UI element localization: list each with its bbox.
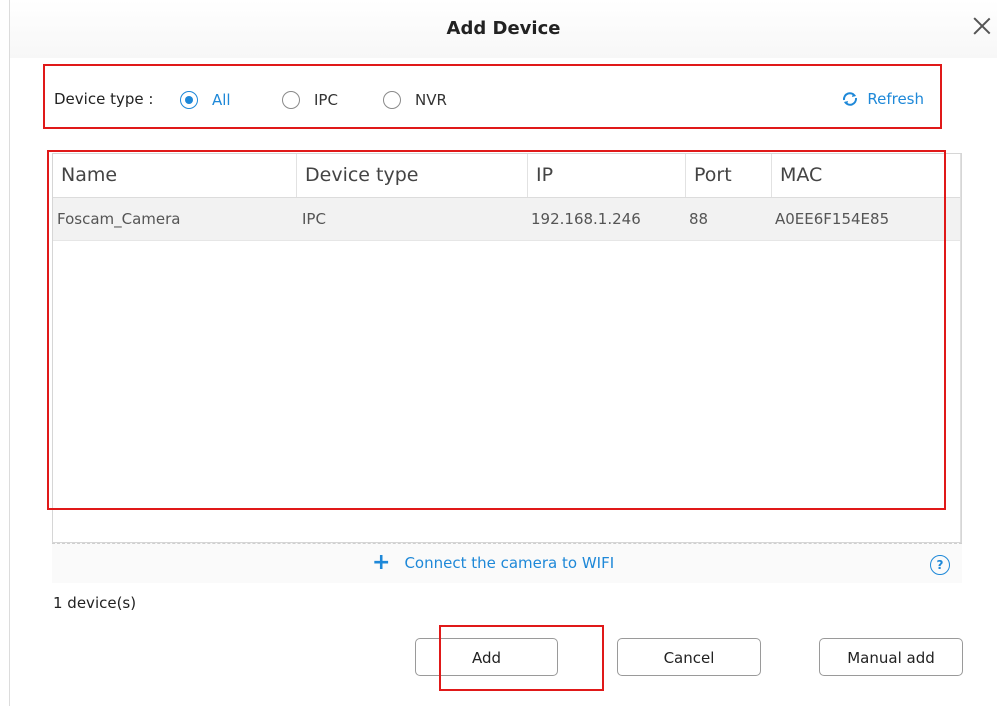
radio-ipc-label: IPC	[314, 91, 338, 109]
device-type-filter: Device type : All IPC NVR Refresh	[54, 85, 924, 115]
radio-ipc[interactable]: IPC	[282, 88, 338, 112]
column-header-mac[interactable]: MAC	[771, 154, 961, 197]
connect-wifi-link[interactable]: + Connect the camera to WIFI	[372, 550, 615, 575]
radio-all-label: All	[212, 91, 231, 109]
radio-all-icon[interactable]	[180, 91, 198, 109]
column-header-ip[interactable]: IP	[527, 154, 685, 197]
table-scrollbar-track	[960, 154, 961, 542]
cell-ip: 192.168.1.246	[531, 210, 641, 228]
add-button[interactable]: Add	[415, 638, 558, 676]
radio-nvr[interactable]: NVR	[383, 88, 447, 112]
refresh-button[interactable]: Refresh	[841, 90, 924, 108]
column-header-name[interactable]: Name	[53, 154, 296, 197]
radio-nvr-label: NVR	[415, 91, 447, 109]
column-header-device-type[interactable]: Device type	[296, 154, 527, 197]
device-table: Name Device type IP Port MAC Foscam_Came…	[52, 153, 962, 543]
table-header: Name Device type IP Port MAC	[53, 154, 961, 198]
dialog-title: Add Device	[446, 18, 561, 39]
radio-nvr-icon[interactable]	[383, 91, 401, 109]
table-row[interactable]: Foscam_Camera IPC 192.168.1.246 88 A0EE6…	[53, 198, 961, 241]
cell-device-type: IPC	[302, 210, 326, 228]
refresh-icon	[843, 92, 858, 106]
refresh-label: Refresh	[867, 90, 924, 108]
cancel-button[interactable]: Cancel	[617, 638, 761, 676]
manual-add-button[interactable]: Manual add	[819, 638, 963, 676]
wifi-bar: + Connect the camera to WIFI ?	[52, 543, 962, 583]
device-type-label: Device type :	[54, 90, 154, 108]
plus-icon: +	[372, 550, 391, 575]
title-bar: Add Device	[10, 0, 997, 58]
connect-wifi-label: Connect the camera to WIFI	[404, 554, 615, 572]
cell-mac: A0EE6F154E85	[775, 210, 890, 228]
radio-all[interactable]: All	[180, 88, 231, 112]
close-icon[interactable]	[970, 14, 994, 38]
column-header-port[interactable]: Port	[685, 154, 771, 197]
cell-name: Foscam_Camera	[57, 210, 181, 228]
help-icon[interactable]: ?	[930, 555, 950, 575]
cell-port: 88	[689, 210, 709, 228]
dialog-left-border	[9, 0, 10, 706]
radio-ipc-icon[interactable]	[282, 91, 300, 109]
device-count: 1 device(s)	[53, 594, 137, 612]
